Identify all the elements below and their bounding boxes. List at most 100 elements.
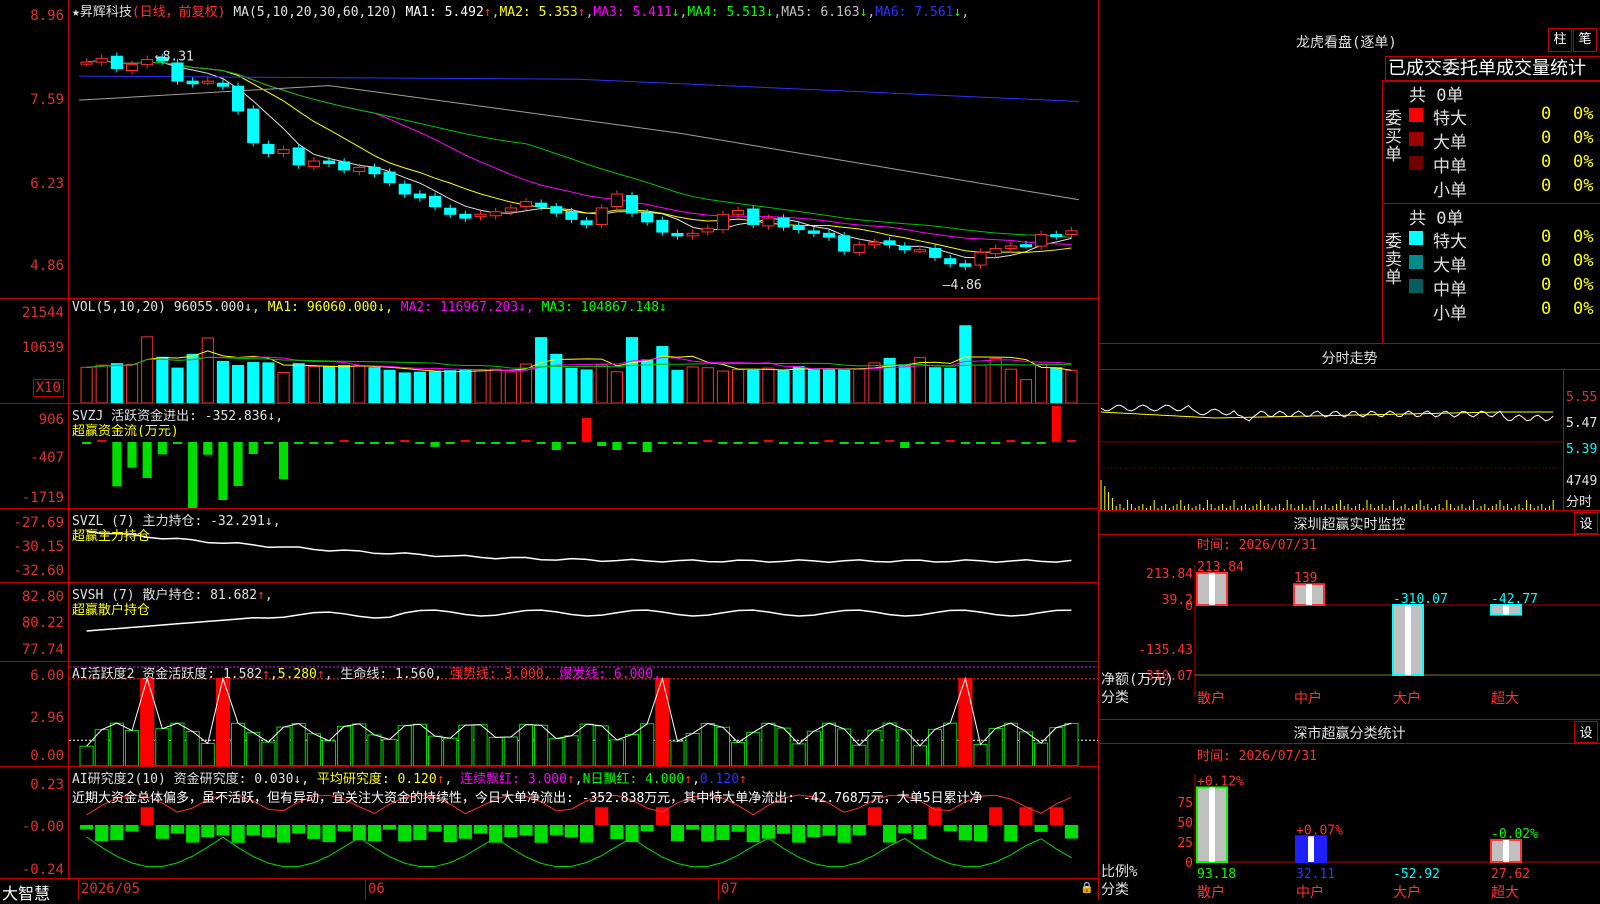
activity-bar bbox=[882, 722, 897, 766]
flow-bar bbox=[278, 442, 289, 480]
kline-plot[interactable]: ←8.31 —4.86 bbox=[69, 0, 1098, 298]
intraday-panel[interactable]: 分时走势 5.55 5.47 5.39 4749 分时 bbox=[1099, 344, 1600, 511]
kline-pane[interactable]: 8.96 7.59 6.23 4.86 ←8.31 —4.86 ★昇辉科技(日线，… bbox=[0, 0, 1098, 299]
ma-value-5: MA5: 6.163 bbox=[781, 5, 860, 20]
ma120-line bbox=[78, 75, 1080, 102]
vol-head: VOL(5,10,20) bbox=[72, 300, 166, 315]
flow-bar bbox=[294, 442, 304, 444]
ai2-tick: 0.00 bbox=[30, 748, 64, 764]
vol-unit-badge[interactable]: X10 bbox=[32, 379, 64, 397]
monitor-tick: 213.84 bbox=[1146, 567, 1193, 582]
ai2-pane[interactable]: 6.00 2.96 0.00 AI活跃度2 资金活跃度: 1.582↑,5.28… bbox=[0, 662, 1098, 767]
candle bbox=[504, 207, 517, 213]
candle bbox=[292, 147, 305, 166]
volume-header: VOL(5,10,20) 96055.000↓, MA1: 96060.000↓… bbox=[72, 300, 667, 315]
sz-class-panel[interactable]: 深市超赢分类统计 设 时间: 2026/07/31 75 50 25 0 +0.12% +0… bbox=[1099, 720, 1600, 900]
research-bar bbox=[1064, 825, 1078, 839]
sz-monitor-panel[interactable]: 深圳超赢实时监控 设 时间: 2026/07/31 213.84 39.2 0 -135… bbox=[1099, 511, 1600, 720]
svsh-sub: 超赢散户持仓 bbox=[72, 603, 151, 618]
volume-bar bbox=[80, 366, 93, 403]
flow-bar bbox=[248, 442, 258, 454]
vol-tick: 10639 bbox=[21, 340, 64, 356]
activity-bar bbox=[488, 736, 503, 766]
volume-bar bbox=[110, 363, 123, 403]
research-bar bbox=[686, 825, 700, 830]
candle bbox=[277, 149, 290, 154]
lock-icon[interactable]: 🔒 bbox=[1080, 881, 1094, 894]
order-percent: 0% bbox=[1573, 128, 1594, 148]
svzl-pane[interactable]: -27.69 -30.15 -32.60 SVZL (7) 主力持仓: -32.… bbox=[0, 509, 1098, 583]
activity-bar bbox=[367, 734, 382, 766]
sz-monitor-settings-button[interactable]: 设 bbox=[1574, 512, 1598, 534]
activity-bar bbox=[640, 723, 655, 766]
research-bar bbox=[110, 825, 124, 841]
class-bottom-label: -52.92 bbox=[1393, 867, 1440, 882]
flow-bar bbox=[597, 442, 607, 446]
brand-logo[interactable]: 大智慧 bbox=[2, 880, 50, 904]
ai-research-pane[interactable]: 0.23 -0.00 -0.24 AI研究度2(10) 资金研究度: 0.030… bbox=[0, 767, 1098, 879]
activity-bar bbox=[1049, 727, 1064, 766]
monitor-tick: -135.43 bbox=[1138, 643, 1193, 658]
monitor-bar-label: 139 bbox=[1294, 571, 1317, 586]
activity-bar bbox=[261, 741, 276, 766]
air-tick: -0.00 bbox=[21, 819, 64, 835]
air-n2: 0.120 bbox=[699, 772, 740, 787]
activity-bar bbox=[988, 727, 1003, 766]
volume-pane[interactable]: 21544 10639 X10 VOL(5,10,20) 96055.000↓,… bbox=[0, 299, 1098, 404]
flow-bar bbox=[915, 442, 925, 444]
sz-class-settings-button[interactable]: 设 bbox=[1574, 721, 1598, 743]
candle bbox=[868, 241, 881, 246]
order-size-label: 中单 bbox=[1433, 280, 1467, 300]
order-count: 0 bbox=[1541, 227, 1552, 247]
activity-bar bbox=[1018, 731, 1034, 766]
research-bar bbox=[807, 825, 821, 838]
stock-title[interactable]: ★昇辉科技 bbox=[72, 5, 132, 20]
svsh-pane[interactable]: 82.80 80.22 77.74 SVSH (7) 散户持仓: 81.682↑… bbox=[0, 583, 1098, 662]
activity-bar bbox=[124, 730, 140, 766]
flow-bar bbox=[627, 442, 637, 444]
order-percent: 0% bbox=[1573, 251, 1594, 271]
activity-bar bbox=[1034, 742, 1049, 766]
activity-bar bbox=[534, 724, 549, 766]
research-bar bbox=[337, 825, 351, 832]
research-bar bbox=[216, 825, 230, 836]
ai2-life: 生命线: 1.560 bbox=[340, 667, 435, 682]
class-bottom-label: 93.18 bbox=[1197, 867, 1236, 882]
intraday-plot[interactable] bbox=[1099, 370, 1563, 510]
volume-bar bbox=[338, 364, 351, 403]
candle bbox=[656, 219, 669, 233]
volume-bar bbox=[489, 368, 502, 403]
flow-bar bbox=[824, 440, 834, 442]
ma-arrow: ↑ bbox=[577, 5, 586, 20]
sz-class-chart[interactable]: 时间: 2026/07/31 75 50 25 0 +0.12% +0.07% -0.02% 9… bbox=[1099, 744, 1600, 900]
kline-mode[interactable]: (日线，前复权) bbox=[132, 5, 226, 20]
candle bbox=[247, 108, 260, 144]
volume-bar bbox=[595, 364, 608, 403]
volume-bar bbox=[625, 337, 639, 403]
class-tick: 75 bbox=[1177, 796, 1193, 811]
tick-view-button[interactable]: 笔 bbox=[1573, 28, 1597, 52]
svzj-pane[interactable]: 906 -407 -1719 SVZJ 活跃资金进出: -352.836↓, 超… bbox=[0, 404, 1098, 509]
candle bbox=[171, 62, 184, 82]
research-bar bbox=[231, 825, 245, 843]
candle bbox=[716, 213, 730, 231]
ma60-line bbox=[78, 85, 1080, 201]
volume-bar bbox=[474, 369, 487, 403]
column-view-button[interactable]: 柱 bbox=[1548, 28, 1572, 52]
air-head: AI研究度2(10) 资金研究度: 0.030 bbox=[72, 772, 294, 787]
sz-monitor-chart[interactable]: 时间: 2026/07/31 213.84 39.2 0 -135.43 -310.07 2… bbox=[1099, 535, 1600, 719]
candle bbox=[928, 247, 942, 258]
research-bar bbox=[534, 825, 548, 843]
svsh-axis: 82.80 80.22 77.74 bbox=[0, 583, 69, 661]
activity-bar bbox=[685, 732, 700, 766]
flow-bar bbox=[869, 442, 880, 444]
research-bar bbox=[564, 825, 578, 838]
candle bbox=[898, 245, 911, 251]
flow-bar bbox=[445, 442, 455, 444]
air-n: N日飘红: 4.000 bbox=[582, 772, 685, 787]
activity-bar bbox=[503, 736, 518, 766]
research-bar bbox=[95, 825, 109, 842]
main-hold-line bbox=[86, 530, 1072, 563]
research-bar bbox=[837, 825, 851, 843]
research-bar bbox=[989, 807, 1003, 825]
